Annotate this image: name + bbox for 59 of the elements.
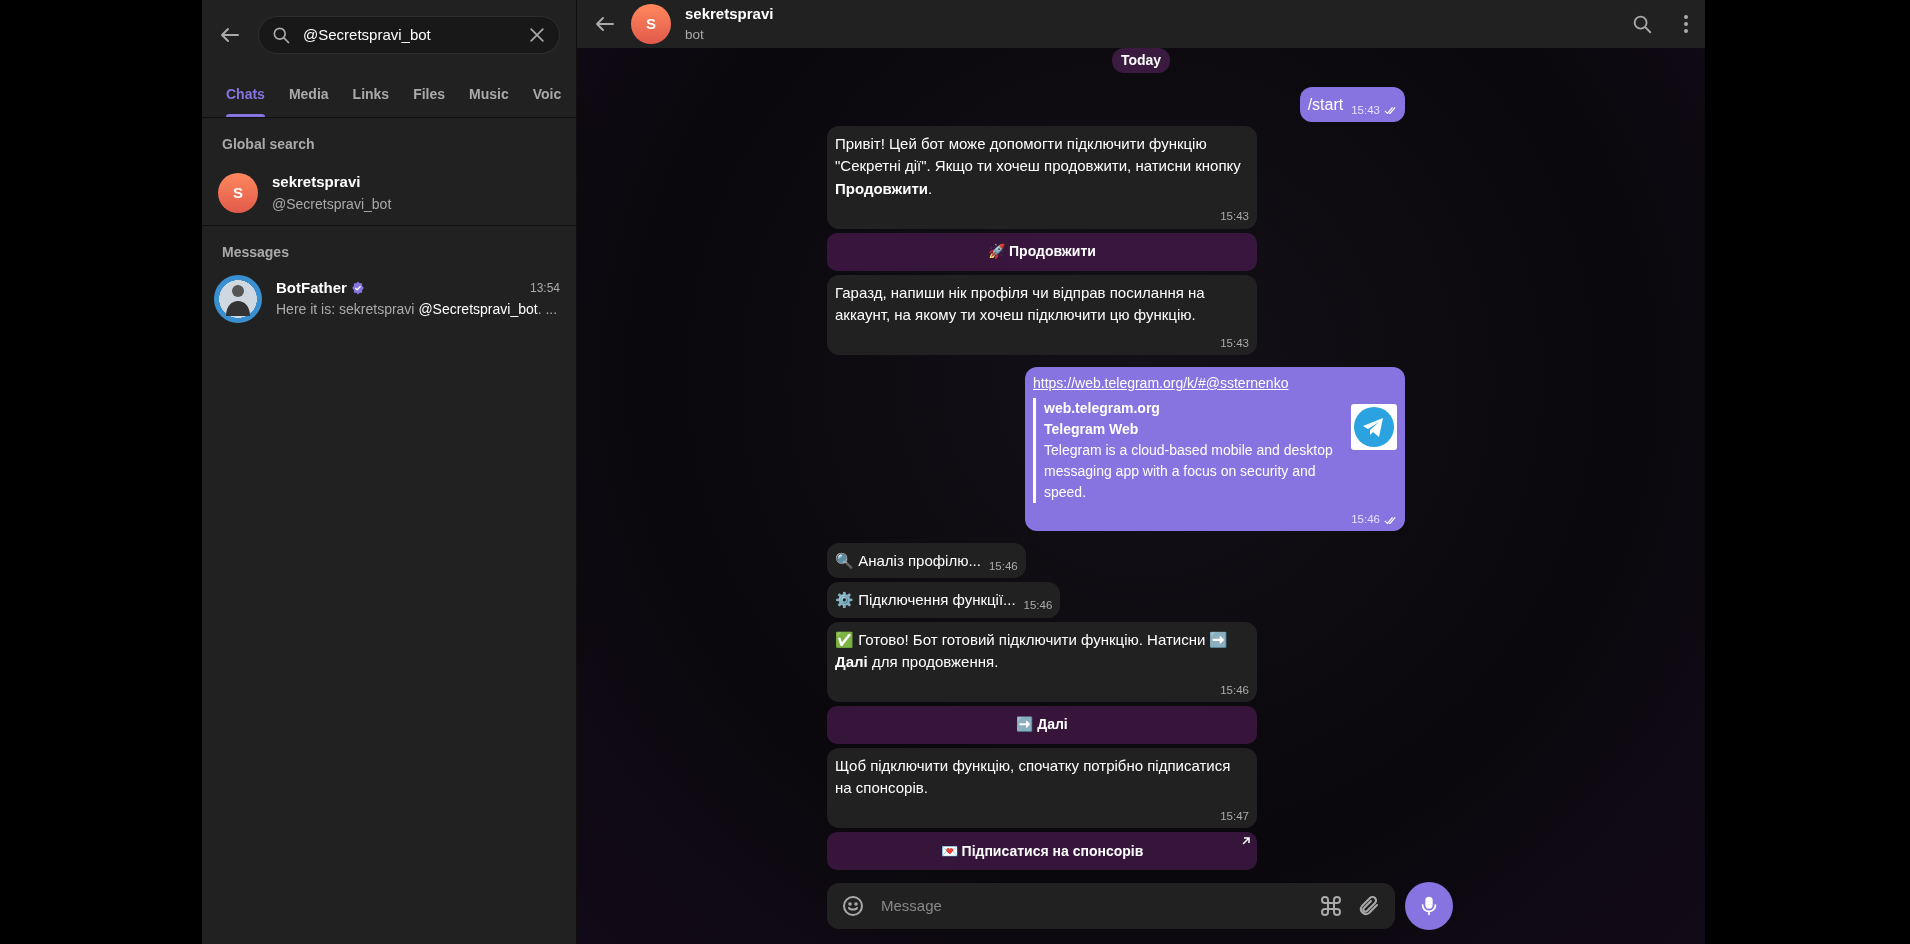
- commands-button[interactable]: [1319, 894, 1343, 918]
- preview-title: Telegram Web: [1044, 419, 1140, 439]
- message-text: Щоб підключити функцію, спочатку потрібно підписатися на спонсорів.: [835, 755, 1232, 799]
- avatar: [214, 274, 262, 323]
- message-time: 15:46: [1351, 512, 1380, 525]
- date-label: Today: [1111, 47, 1171, 73]
- message-time: 15:43: [1351, 103, 1380, 116]
- preview-description: Telegram is a cloud-based mobile and desktop messaging app with a focus on security and speed.: [1044, 440, 1334, 502]
- search-icon: [271, 25, 291, 45]
- search-input[interactable]: @Secretspravi_bot: [301, 22, 517, 48]
- chat-title: sekretspravi: [685, 3, 774, 24]
- message-text: ⚙ Підключення функції...: [835, 590, 1016, 611]
- message-time: 15:46: [1220, 683, 1249, 696]
- contact-name: BotFather: [276, 277, 347, 298]
- section-heading: Global search: [221, 135, 316, 154]
- attach-button[interactable]: [1357, 894, 1381, 918]
- inline-button[interactable]: 🚀 Продовжити: [827, 232, 1257, 271]
- message-text: Гаразд, напиши нік профіля чи відправ посилання на аккаунт, на якому ти хочеш підключити цю функцію.: [835, 282, 1206, 325]
- command-icon: [1319, 894, 1343, 918]
- message-time: 15:43: [1220, 210, 1249, 223]
- message-result[interactable]: BotFather 13:54 Here it is: sekretspravi @Secretspravi_bot. ...: [202, 270, 576, 331]
- tab[interactable]: Files: [404, 70, 455, 117]
- search-result[interactable]: S sekretspravi @Secretspravi_bot: [202, 163, 576, 226]
- contact-name: sekretspravi: [272, 172, 362, 192]
- telegram-logo-icon: [1351, 403, 1397, 450]
- clear-button[interactable]: [527, 25, 547, 45]
- message-field[interactable]: Message: [827, 883, 1395, 929]
- tab[interactable]: Voic: [523, 70, 571, 117]
- close-icon: [527, 25, 547, 45]
- tab[interactable]: Media: [279, 70, 338, 117]
- avatar: S: [218, 172, 258, 213]
- username: @Secretspravi_bot: [272, 194, 392, 214]
- message-text: ✅ Готово! Бот готовий підключити функцію. Натисни ➡ Далі для продовження.: [835, 629, 1230, 672]
- more-icon: [1683, 13, 1689, 34]
- message-time: 13:54: [529, 280, 560, 297]
- microphone-button[interactable]: [1405, 882, 1453, 930]
- emoji-icon: [841, 894, 865, 918]
- message-time: 15:46: [988, 560, 1018, 572]
- message-time: 15:46: [1023, 599, 1053, 612]
- message-text: Привіт! Цей бот може допомогти підключити функцію "Секретні дії". Якщо ти хочеш продовжити, натисни кнопку Продовжити.: [835, 133, 1242, 199]
- inline-button[interactable]: 💌 Підписатися на спонсорів: [827, 832, 1257, 870]
- search-field[interactable]: @Secretspravi_bot: [258, 16, 560, 54]
- tab[interactable]: Music: [460, 70, 518, 117]
- message-input[interactable]: Message: [879, 893, 1305, 919]
- preview-site: web.telegram.org: [1044, 398, 1161, 418]
- message-text: 🔍 Аналіз профілю...: [835, 551, 981, 571]
- inline-button[interactable]: ➡ Далі: [827, 705, 1257, 744]
- chat-avatar: S: [631, 3, 671, 44]
- message-preview: Here it is: sekretspravi @Secretspravi_bot. ...: [276, 300, 559, 320]
- message-time: 15:47: [1220, 809, 1249, 822]
- tab[interactable]: Chats: [217, 70, 274, 117]
- link-url[interactable]: https://web.telegram.org/k/#@ssternenko: [1033, 374, 1289, 391]
- chat-status: bot: [685, 26, 705, 44]
- section-heading: Messages: [221, 242, 290, 262]
- message-text: /start: [1307, 94, 1344, 115]
- message-time: 15:43: [1220, 336, 1249, 349]
- more-button[interactable]: [1683, 13, 1689, 34]
- tab[interactable]: Links: [343, 70, 399, 117]
- paperclip-icon: [1357, 894, 1381, 918]
